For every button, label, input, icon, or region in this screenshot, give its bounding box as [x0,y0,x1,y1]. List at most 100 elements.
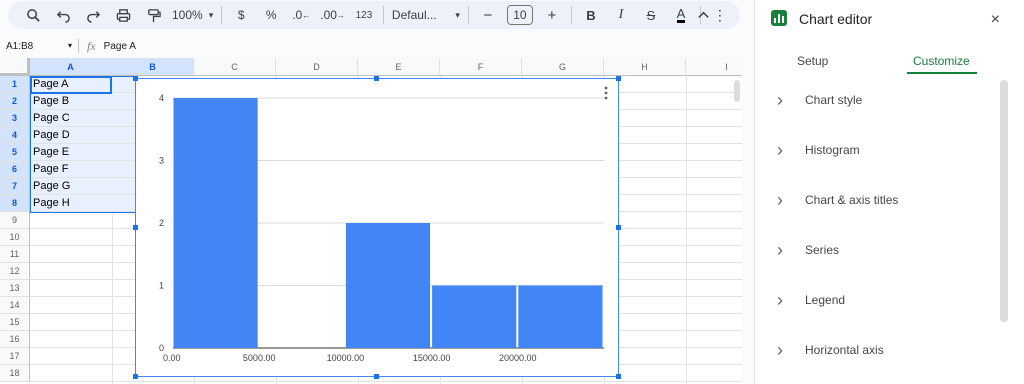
name-box[interactable]: A1:B8 ▾ [0,41,78,52]
resize-handle[interactable] [616,76,621,81]
section-histogram[interactable]: › Histogram [755,125,1005,175]
row-header-9[interactable]: 9 [0,212,30,229]
resize-handle[interactable] [133,374,138,379]
font-select[interactable]: Defaul... ▾ [392,4,460,26]
grid-row-line [30,381,742,382]
row-header-8[interactable]: 8 [0,195,30,212]
row-header-1[interactable]: 1 [0,76,30,93]
y-tick-label: 2 [159,218,164,228]
decrease-decimal-button[interactable]: .0 ← [290,4,312,26]
column-header-c[interactable]: C [194,58,276,76]
column-header-f[interactable]: F [440,58,522,76]
toolbar-divider [221,6,223,24]
select-all-corner[interactable] [0,58,30,76]
resize-handle[interactable] [616,374,621,379]
resize-handle[interactable] [374,76,379,81]
resize-handle[interactable] [616,225,621,230]
chevron-right-icon: › [777,289,783,310]
increase-decimal-label: .00 [320,8,337,22]
row-header-15[interactable]: 15 [0,314,30,331]
section-label: Legend [805,293,846,307]
font-size-input[interactable]: 10 [506,4,533,26]
row-header-7[interactable]: 7 [0,178,30,195]
active-tab-indicator [907,72,977,74]
tab-customize[interactable]: Customize [913,54,970,68]
section-horizontal-axis[interactable]: › Horizontal axis [755,325,1005,375]
text-color-button[interactable]: A [670,4,692,26]
row-header-18[interactable]: 18 [0,365,30,382]
row-header-2[interactable]: 2 [0,93,30,110]
italic-button[interactable]: I [610,4,632,26]
column-header-d[interactable]: D [276,58,358,76]
y-tick-label: 3 [159,156,164,166]
arrow-right-icon: → [336,10,345,20]
panel-scrollbar[interactable] [1000,80,1008,322]
chevron-right-icon: › [777,239,783,260]
formula-input[interactable]: Page A [104,41,136,52]
row-header-12[interactable]: 12 [0,263,30,280]
section-chart-style[interactable]: › Chart style [755,75,1005,125]
histogram-bar [345,223,431,348]
bold-button[interactable]: B [580,4,602,26]
y-tick-label: 4 [159,93,164,103]
x-tick-label: 10000.00 [327,353,365,363]
histogram-bar [518,285,603,348]
column-header-a[interactable]: A [30,58,112,76]
column-header-i[interactable]: I [686,58,742,76]
increase-decimal-button[interactable]: .00 → [320,4,345,26]
row-header-11[interactable]: 11 [0,246,30,263]
row-header-4[interactable]: 4 [0,127,30,144]
chart-editor-panel: Chart editor × Setup Customize › Chart st… [754,0,1024,384]
resize-handle[interactable] [133,76,138,81]
chevron-right-icon: › [777,89,783,110]
section-label: Horizontal axis [805,343,884,357]
row-header-17[interactable]: 17 [0,348,30,365]
print-icon[interactable] [112,4,134,26]
x-tick-label: 5000.00 [243,353,276,363]
active-cell [30,76,112,94]
decrease-font-size-button[interactable]: − [477,4,499,26]
chevron-right-icon: › [777,189,783,210]
resize-handle[interactable] [374,374,379,379]
undo-icon[interactable] [52,4,74,26]
grid-scrollbar[interactable] [734,80,740,102]
increase-font-size-button[interactable]: + [541,4,563,26]
column-header-e[interactable]: E [358,58,440,76]
row-header-3[interactable]: 3 [0,110,30,127]
row-header-10[interactable]: 10 [0,229,30,246]
close-icon[interactable]: × [991,11,1000,29]
section-chart-axis-titles[interactable]: › Chart & axis titles [755,175,1005,225]
resize-handle[interactable] [133,225,138,230]
section-label: Histogram [805,143,860,157]
section-label: Series [805,243,840,257]
histogram-chart[interactable]: 0 1 2 3 4 0.00 5000.00 10000.00 15000.00 20000.00 [135,78,619,377]
tab-setup[interactable]: Setup [797,54,828,68]
section-label: Chart & axis titles [805,193,899,207]
zoom-select[interactable]: 100% ▾ [172,4,213,26]
percent-format-button[interactable]: % [260,4,282,26]
toolbar-divider [467,6,469,24]
column-header-b[interactable]: B [112,58,194,76]
row-header-13[interactable]: 13 [0,280,30,297]
formula-divider [78,39,79,53]
strikethrough-button[interactable]: S [640,4,662,26]
row-header-14[interactable]: 14 [0,297,30,314]
column-header-h[interactable]: H [604,58,686,76]
search-icon[interactable] [22,4,44,26]
decrease-decimal-label: .0 [292,8,303,22]
collapse-toolbar-icon[interactable] [692,4,714,26]
column-header-g[interactable]: G [522,58,604,76]
currency-format-button[interactable]: $ [230,4,252,26]
row-header-6[interactable]: 6 [0,161,30,178]
section-legend[interactable]: › Legend [755,275,1005,325]
row-header-16[interactable]: 16 [0,331,30,348]
row-header-5[interactable]: 5 [0,144,30,161]
font-size-value: 10 [506,5,533,25]
number-format-button[interactable]: 123 [353,4,375,26]
section-series[interactable]: › Series [755,225,1005,275]
paint-format-icon[interactable] [142,4,164,26]
redo-icon[interactable] [82,4,104,26]
y-tick-label: 1 [159,281,164,291]
chevron-right-icon: › [777,339,783,360]
sheets-window: 100% ▾ $ % .0 ← .00 → 123 Defaul... ▾ − 10… [0,0,1024,384]
